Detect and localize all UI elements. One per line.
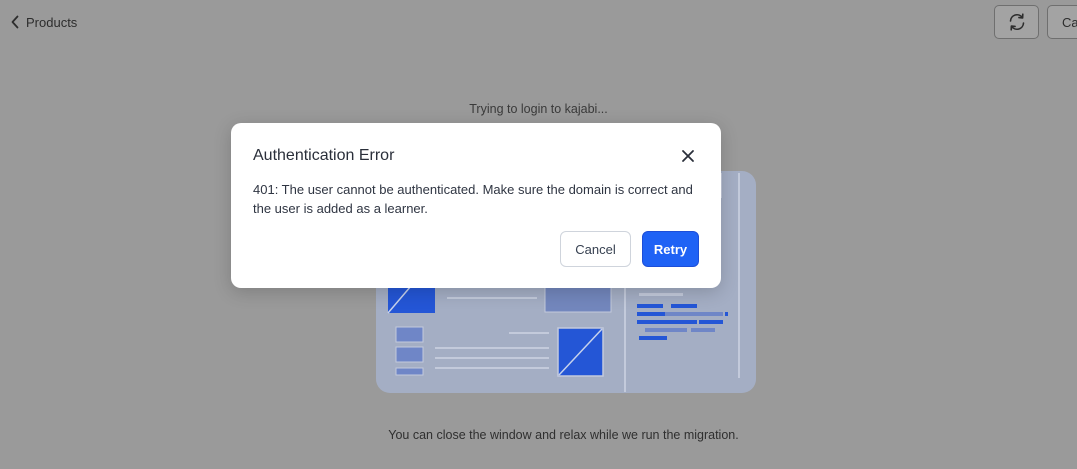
back-to-products-link[interactable]: Products	[10, 13, 77, 31]
footer-message: You can close the window and relax while…	[388, 428, 739, 442]
refresh-icon	[1009, 13, 1024, 31]
refresh-button[interactable]	[994, 5, 1039, 39]
cancel-migration-button[interactable]: Ca	[1047, 5, 1077, 39]
cancel-migration-label: Ca	[1062, 14, 1077, 30]
chevron-left-icon	[11, 15, 19, 29]
authentication-error-dialog: Authentication Error 401: The user canno…	[231, 123, 721, 288]
retry-button[interactable]: Retry	[642, 231, 699, 267]
back-link-label: Products	[26, 14, 78, 30]
login-status-text: Trying to login to kajabi...	[469, 102, 608, 116]
close-dialog-button[interactable]	[679, 147, 697, 165]
close-icon	[682, 150, 694, 162]
dialog-message: 401: The user cannot be authenticated. M…	[253, 182, 693, 216]
cancel-button[interactable]: Cancel	[560, 231, 631, 267]
dialog-title: Authentication Error	[253, 147, 395, 164]
